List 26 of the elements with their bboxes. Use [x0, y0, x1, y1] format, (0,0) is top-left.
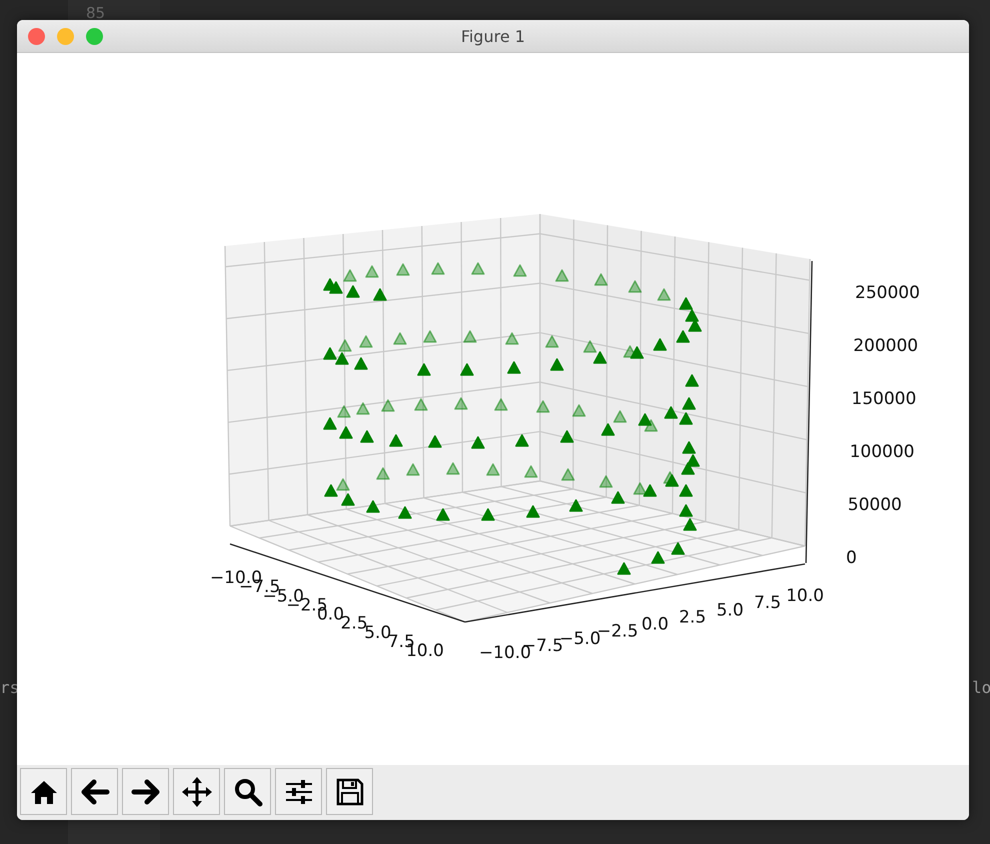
y-axis-tick-label: 10.0	[786, 586, 824, 606]
y-axis-tick-label: 2.5	[678, 607, 706, 628]
zoom-button[interactable]	[224, 768, 271, 815]
back-button[interactable]	[71, 768, 118, 815]
z-axis-tick-label: 50000	[848, 495, 902, 515]
z-axis-tick-label: 100000	[850, 442, 914, 462]
z-axis-tick-label: 150000	[851, 389, 916, 409]
save-button[interactable]	[326, 768, 373, 815]
code-text: rs	[0, 678, 20, 697]
code-text: lo	[972, 678, 990, 697]
search-icon	[232, 776, 262, 806]
line-number: 85	[86, 4, 106, 22]
configure-button[interactable]	[275, 768, 322, 815]
window-title: Figure 1	[460, 26, 526, 46]
y-axis-tick-label: 0.0	[641, 614, 669, 634]
home-button[interactable]	[20, 768, 67, 815]
y-axis-tick-label: 7.5	[754, 593, 782, 614]
z-axis-tick-label: 0	[846, 548, 857, 568]
forward-button[interactable]	[122, 768, 169, 815]
left-arrow-icon	[80, 776, 110, 806]
z-axis-tick-label: 200000	[853, 336, 918, 356]
pan-button[interactable]	[173, 768, 220, 815]
y-axis-tick-label: 5.0	[716, 600, 744, 620]
z-axis-tick-label: 250000	[855, 283, 920, 303]
right-arrow-icon	[130, 776, 160, 806]
move-icon	[182, 776, 212, 806]
